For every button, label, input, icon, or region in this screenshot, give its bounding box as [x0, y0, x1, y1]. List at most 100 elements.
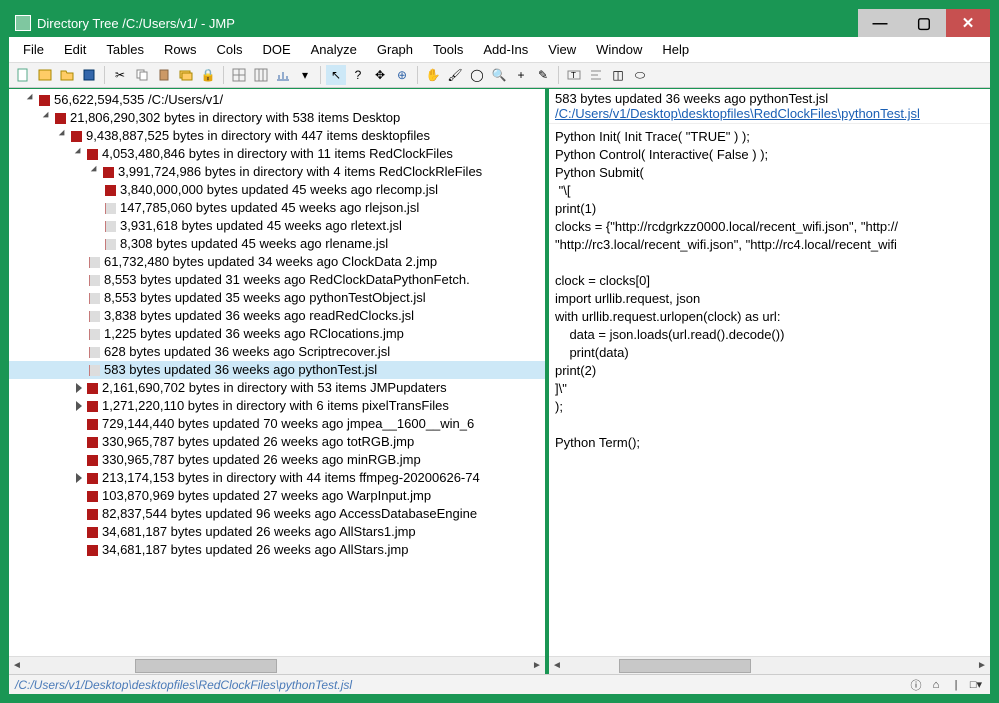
globe-icon[interactable]: ⊕ — [392, 65, 412, 85]
size-bar-icon — [105, 221, 116, 232]
zoom-icon[interactable]: 🔍 — [489, 65, 509, 85]
size-bar-icon — [89, 329, 100, 340]
tree-node[interactable]: 729,144,440 bytes updated 70 weeks ago j… — [9, 415, 545, 433]
size-bar-icon — [87, 401, 98, 412]
window-controls: — ▢ ✕ — [858, 9, 990, 37]
tree-node[interactable]: 1,225 bytes updated 36 weeks ago RClocat… — [9, 325, 545, 343]
menu-help[interactable]: Help — [652, 39, 699, 60]
tree-node[interactable]: 103,870,969 bytes updated 27 weeks ago W… — [9, 487, 545, 505]
size-bar-icon — [55, 113, 66, 124]
minimize-button[interactable]: — — [858, 9, 902, 37]
tree-node[interactable]: 2,161,690,702 bytes in directory with 53… — [9, 379, 545, 397]
scroll-right-icon[interactable]: ► — [529, 660, 545, 671]
tree-node[interactable]: 147,785,060 bytes updated 45 weeks ago r… — [9, 199, 545, 217]
tree-node[interactable]: 3,991,724,986 bytes in directory with 4 … — [9, 163, 545, 181]
maximize-button[interactable]: ▢ — [902, 9, 946, 37]
code-content: Python Init( Init Trace( "TRUE" ) ); Pyt… — [549, 124, 990, 456]
tree-node[interactable]: 4,053,480,846 bytes in directory with 11… — [9, 145, 545, 163]
menu-window[interactable]: Window — [586, 39, 652, 60]
tree-node[interactable]: 56,622,594,535 /C:/Users/v1/ — [9, 91, 545, 109]
tree-node[interactable]: 3,840,000,000 bytes updated 45 weeks ago… — [9, 181, 545, 199]
size-bar-icon — [87, 509, 98, 520]
home-icon[interactable]: ⌂ — [928, 677, 944, 693]
size-bar-icon — [89, 365, 100, 376]
menu-cols[interactable]: Cols — [206, 39, 252, 60]
stack-icon[interactable] — [176, 65, 196, 85]
tree-node[interactable]: 213,174,153 bytes in directory with 44 i… — [9, 469, 545, 487]
tree-node[interactable]: 9,438,887,525 bytes in directory with 44… — [9, 127, 545, 145]
brush-icon[interactable]: 🖌 — [445, 65, 465, 85]
new-icon[interactable] — [13, 65, 33, 85]
menu-tables[interactable]: Tables — [96, 39, 154, 60]
chart-icon[interactable] — [273, 65, 293, 85]
tree-node[interactable]: 34,681,187 bytes updated 26 weeks ago Al… — [9, 523, 545, 541]
menu-file[interactable]: File — [13, 39, 54, 60]
crosshair-icon[interactable]: + — [511, 65, 531, 85]
menu-rows[interactable]: Rows — [154, 39, 207, 60]
dropdown-icon[interactable]: ▾ — [295, 65, 315, 85]
statusbar: /C:/Users/v1/Desktop\desktopfiles\RedClo… — [9, 674, 990, 694]
grid2-icon[interactable] — [251, 65, 271, 85]
menu-analyze[interactable]: Analyze — [301, 39, 367, 60]
menu-tools[interactable]: Tools — [423, 39, 473, 60]
hscrollbar-right[interactable]: ◄ ► — [549, 656, 990, 674]
align-icon[interactable] — [586, 65, 606, 85]
lasso-icon[interactable]: ◯ — [467, 65, 487, 85]
table-icon[interactable] — [35, 65, 55, 85]
hand-icon[interactable]: ✋ — [423, 65, 443, 85]
shape-icon[interactable]: ◫ — [608, 65, 628, 85]
help-icon[interactable]: ? — [348, 65, 368, 85]
tree-node[interactable]: 628 bytes updated 36 weeks ago Scriptrec… — [9, 343, 545, 361]
target-icon[interactable]: ✥ — [370, 65, 390, 85]
size-bar-icon — [103, 167, 114, 178]
scroll-left-icon[interactable]: ◄ — [549, 660, 565, 671]
info-icon[interactable]: ⓘ — [908, 677, 924, 693]
tree-node[interactable]: 82,837,544 bytes updated 96 weeks ago Ac… — [9, 505, 545, 523]
scroll-left-icon[interactable]: ◄ — [9, 660, 25, 671]
tree-node[interactable]: 8,553 bytes updated 31 weeks ago RedCloc… — [9, 271, 545, 289]
sep-icon: | — [948, 677, 964, 693]
tree-node[interactable]: 21,806,290,302 bytes in directory with 5… — [9, 109, 545, 127]
grid1-icon[interactable] — [229, 65, 249, 85]
tree-node[interactable]: 330,965,787 bytes updated 26 weeks ago m… — [9, 451, 545, 469]
detail-path-link[interactable]: /C:/Users/v1/Desktop\desktopfiles\RedClo… — [555, 106, 920, 121]
size-bar-icon — [89, 347, 100, 358]
tree-scroll[interactable]: 56,622,594,535 /C:/Users/v1/ 21,806,290,… — [9, 89, 545, 656]
size-bar-icon — [87, 455, 98, 466]
lock-icon[interactable]: 🔒 — [198, 65, 218, 85]
detail-meta: 583 bytes updated 36 weeks ago pythonTes… — [555, 91, 984, 106]
pen-icon[interactable]: ✎ — [533, 65, 553, 85]
menu-doe[interactable]: DOE — [252, 39, 300, 60]
tree-node-selected[interactable]: 583 bytes updated 36 weeks ago pythonTes… — [9, 361, 545, 379]
tree-node[interactable]: 34,681,187 bytes updated 26 weeks ago Al… — [9, 541, 545, 559]
copy-icon[interactable] — [132, 65, 152, 85]
menu-addins[interactable]: Add-Ins — [473, 39, 538, 60]
open-icon[interactable] — [57, 65, 77, 85]
app-icon — [15, 15, 31, 31]
size-bar-icon — [89, 311, 100, 322]
menu-view[interactable]: View — [538, 39, 586, 60]
menu-edit[interactable]: Edit — [54, 39, 96, 60]
save-icon[interactable] — [79, 65, 99, 85]
ellipse-icon[interactable]: ⬭ — [630, 65, 650, 85]
hscrollbar-left[interactable]: ◄ ► — [9, 656, 545, 674]
close-button[interactable]: ✕ — [946, 9, 990, 37]
paste-icon[interactable] — [154, 65, 174, 85]
detail-header: 583 bytes updated 36 weeks ago pythonTes… — [549, 89, 990, 124]
tree-node[interactable]: 330,965,787 bytes updated 26 weeks ago t… — [9, 433, 545, 451]
size-bar-icon — [87, 437, 98, 448]
tree-node[interactable]: 3,931,618 bytes updated 45 weeks ago rle… — [9, 217, 545, 235]
tree-node[interactable]: 8,308 bytes updated 45 weeks ago rlename… — [9, 235, 545, 253]
size-bar-icon — [89, 293, 100, 304]
tree-node[interactable]: 1,271,220,110 bytes in directory with 6 … — [9, 397, 545, 415]
tree-node[interactable]: 8,553 bytes updated 35 weeks ago pythonT… — [9, 289, 545, 307]
tree-node[interactable]: 3,838 bytes updated 36 weeks ago readRed… — [9, 307, 545, 325]
arrow-icon[interactable]: ↖ — [326, 65, 346, 85]
settings-icon[interactable]: □▾ — [968, 677, 984, 693]
menu-graph[interactable]: Graph — [367, 39, 423, 60]
text-icon[interactable]: T — [564, 65, 584, 85]
svg-text:T: T — [571, 71, 576, 80]
scroll-right-icon[interactable]: ► — [974, 660, 990, 671]
tree-node[interactable]: 61,732,480 bytes updated 34 weeks ago Cl… — [9, 253, 545, 271]
cut-icon[interactable]: ✂ — [110, 65, 130, 85]
